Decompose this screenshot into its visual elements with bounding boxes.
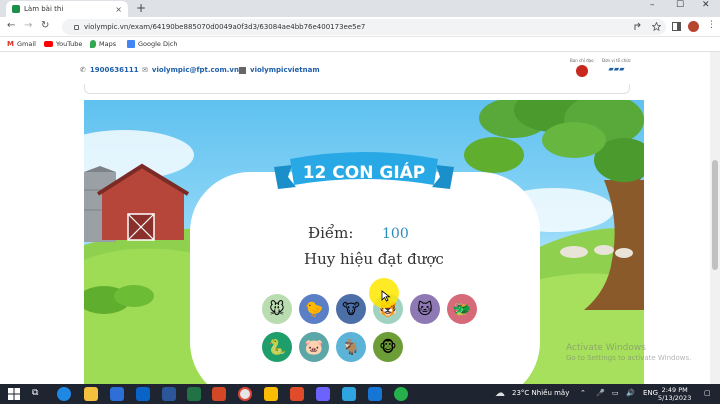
bookmark-gmail[interactable]: M Gmail — [7, 40, 36, 48]
screen: Làm bài thi × + – ☐ ✕ ← → ↻ violympic.vn… — [0, 0, 720, 404]
zalo-icon[interactable] — [342, 387, 356, 401]
store-icon[interactable] — [110, 387, 124, 401]
weather-text[interactable]: 23°C Nhiều mây — [512, 389, 569, 397]
facebook-icon — [239, 66, 246, 74]
facebook-handle: violympicvietnam — [250, 66, 320, 74]
facebook-contact[interactable]: violympicvietnam — [239, 66, 320, 74]
badge-pig-icon: 🐷 — [299, 332, 329, 362]
site-favicon-icon — [12, 5, 20, 13]
app-icon[interactable] — [316, 387, 330, 401]
maps-icon — [90, 40, 96, 48]
mouse-cursor-icon — [381, 290, 391, 302]
title-ribbon: 12 CON GIÁP — [274, 152, 454, 189]
organizer-logo: Đơn vị tổ chức ▰▰▰ — [602, 58, 631, 73]
phone-contact[interactable]: ✆ 1900636111 — [80, 66, 139, 74]
mail-icon: ✉ — [142, 66, 148, 74]
score-value: 100 — [382, 226, 409, 242]
bookmark-label: Maps — [99, 40, 117, 48]
bookmark-label: Google Dịch — [138, 40, 178, 48]
app-icon[interactable] — [368, 387, 382, 401]
address-bar[interactable]: violympic.vn/exam/64190be885070d0049a0f3… — [62, 19, 666, 35]
maximize-button[interactable]: ☐ — [676, 0, 684, 10]
menu-icon[interactable]: ⋮ — [707, 20, 716, 30]
logo-caption: Đơn vị tổ chức — [602, 58, 631, 63]
profile-avatar[interactable] — [688, 21, 699, 32]
powerpoint-icon[interactable] — [212, 387, 226, 401]
app-icon[interactable] — [264, 387, 278, 401]
forward-button[interactable]: → — [24, 20, 32, 31]
badge-snake-icon: 🐍 — [262, 332, 292, 362]
excel-icon[interactable] — [187, 387, 201, 401]
tab-title: Làm bài thi — [24, 5, 64, 13]
bookmarks-bar: M Gmail YouTube Maps Google Dịch — [0, 37, 720, 52]
weather-icon: ☁ — [495, 388, 505, 399]
microphone-icon[interactable]: 🎤 — [596, 389, 605, 397]
close-window-button[interactable]: ✕ — [702, 0, 710, 10]
side-panel-icon[interactable] — [672, 22, 681, 31]
steering-logo: Ban chỉ đạo — [570, 58, 594, 77]
new-tab-button[interactable]: + — [136, 1, 146, 15]
exam-info-box — [84, 84, 630, 94]
tab-bar: Làm bài thi × + – ☐ ✕ — [0, 0, 720, 17]
translate-icon — [127, 40, 135, 48]
mail-app-icon[interactable] — [136, 387, 150, 401]
language-indicator[interactable]: ENG — [643, 389, 658, 397]
email-address: violympic@fpt.com.vn — [151, 66, 239, 74]
word-icon[interactable] — [162, 387, 176, 401]
phone-number: 1900636111 — [89, 66, 139, 74]
notifications-icon[interactable]: ▢ — [704, 389, 711, 397]
minimize-button[interactable]: – — [650, 0, 655, 10]
browser-toolbar: ← → ↻ violympic.vn/exam/64190be885070d00… — [0, 17, 720, 37]
system-clock[interactable]: 2:49 PM 5/13/2023 — [658, 386, 691, 402]
volume-icon[interactable]: 🔊 — [626, 389, 635, 397]
youtube-icon — [44, 41, 53, 47]
browser-tab[interactable]: Làm bài thi × — [6, 1, 128, 17]
fpt-logo-icon: ▰▰▰ — [608, 65, 625, 73]
game-title: 12 CON GIÁP — [303, 161, 426, 183]
watermark-title: Activate Windows — [566, 343, 646, 353]
badge-monkey-icon: 🐵 — [373, 332, 403, 362]
clock-time: 2:49 PM — [661, 386, 688, 394]
app-icon[interactable] — [394, 387, 408, 401]
network-icon[interactable]: ▭ — [612, 389, 619, 397]
badges-label: Huy hiệu đạt được — [304, 250, 444, 268]
badge-goat-icon: 🐐 — [336, 332, 366, 362]
back-button[interactable]: ← — [7, 20, 15, 31]
badge-rat-icon: 🐭 — [262, 294, 292, 324]
badge-ox-icon: 🐮 — [336, 294, 366, 324]
tray-overflow-icon[interactable]: ⌃ — [580, 389, 586, 397]
lock-icon — [74, 24, 79, 30]
bookmark-maps[interactable]: Maps — [90, 40, 116, 48]
game-scene: 12 CON GIÁP Điểm: 100 Huy hiệu đạt được … — [84, 100, 644, 384]
badge-cat-icon: 🐱 — [410, 294, 440, 324]
watermark-subtitle: Go to Settings to activate Windows. — [566, 354, 692, 362]
scrollbar-thumb[interactable] — [712, 160, 718, 270]
email-contact[interactable]: ✉ violympic@fpt.com.vn — [142, 66, 239, 74]
gmail-icon: M — [7, 40, 14, 48]
phone-icon: ✆ — [80, 66, 86, 74]
url-text: violympic.vn/exam/64190be885070d0049a0f3… — [84, 23, 366, 31]
chrome-icon[interactable] — [238, 387, 252, 401]
bookmark-label: YouTube — [56, 40, 83, 48]
share-icon[interactable] — [633, 22, 642, 31]
logo-caption: Ban chỉ đạo — [570, 58, 594, 63]
windows-taskbar: ⧉ ☁ 23°C Nhiều mây ⌃ 🎤 ▭ 🔊 ENG 2:49 PM 5… — [0, 384, 720, 404]
app-icon[interactable] — [290, 387, 304, 401]
badge-dragon-icon: 🐲 — [447, 294, 477, 324]
clock-date: 5/13/2023 — [658, 394, 692, 402]
bookmark-label: Gmail — [16, 40, 36, 48]
task-view-icon[interactable]: ⧉ — [32, 388, 38, 398]
tab-close-button[interactable]: × — [115, 5, 122, 14]
windows-start-icon[interactable] — [8, 388, 20, 400]
reload-button[interactable]: ↻ — [41, 20, 49, 31]
bookmark-youtube[interactable]: YouTube — [44, 40, 82, 48]
bookmark-star-icon[interactable] — [652, 22, 661, 31]
bookmark-google-translate[interactable]: Google Dịch — [127, 40, 178, 48]
score-label: Điểm: — [308, 224, 354, 242]
activate-windows-watermark: Activate Windows Go to Settings to activ… — [566, 343, 691, 363]
edge-icon[interactable] — [57, 387, 71, 401]
emblem-icon — [575, 65, 588, 77]
file-explorer-icon[interactable] — [84, 387, 98, 401]
badge-chick-icon: 🐤 — [299, 294, 329, 324]
